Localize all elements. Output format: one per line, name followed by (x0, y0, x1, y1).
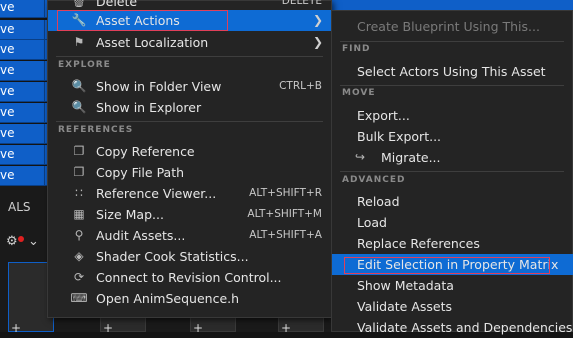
add-icon: + (103, 321, 114, 335)
menu-divider (340, 171, 564, 172)
section-header-explore: EXPLORE (58, 60, 111, 70)
menu-item-reference-viewer[interactable]: ∷ Reference Viewer... ALT+SHIFT+R (48, 183, 331, 204)
flag-icon: ⚑ (73, 35, 85, 49)
menu-divider (56, 121, 323, 122)
copy-icon: ❐ (73, 144, 85, 158)
menu-divider (340, 41, 564, 42)
menu-item-load[interactable]: Load (332, 212, 573, 233)
menu-item-replace-references[interactable]: Replace References (332, 233, 573, 254)
annotation-highlight-frame (57, 10, 228, 31)
code-icon: ⌨ (70, 291, 88, 305)
chevron-right-icon: ❯ (312, 13, 323, 27)
section-header-find: FIND (342, 44, 371, 54)
menu-item-asset-localization[interactable]: ⚑ Asset Localization ❯ (48, 32, 331, 53)
menu-item-copy-file-path[interactable]: ❐ Copy File Path (48, 162, 331, 183)
menu-item-bulk-export[interactable]: Bulk Export... (332, 126, 573, 147)
menu-item-create-blueprint[interactable]: Create Blueprint Using This... (332, 16, 573, 37)
grid-icon: ▦ (73, 207, 85, 221)
chevron-right-icon: ❯ (312, 35, 323, 49)
add-icon: + (11, 321, 22, 335)
menu-item-select-actors[interactable]: Select Actors Using This Asset (332, 61, 573, 82)
audit-icon: ⚲ (74, 228, 84, 242)
menu-item-migrate[interactable]: ↪ Migrate... (332, 147, 573, 168)
menu-item-open-animsequence-h[interactable]: ⌨ Open AnimSequence.h (48, 288, 331, 309)
add-icon: + (281, 321, 292, 335)
menu-item-validate-assets[interactable]: Validate Assets (332, 296, 573, 317)
folder-search-icon: 🔍 (71, 79, 87, 93)
add-icon: + (193, 321, 204, 335)
menu-item-validate-dependencies[interactable]: Validate Assets and Dependencies (332, 317, 573, 338)
annotation-highlight-frame (344, 257, 550, 274)
menu-item-connect-revision-control[interactable]: ⟳ Connect to Revision Control... (48, 267, 331, 288)
menu-item-shader-cook-statistics[interactable]: ◈ Shader Cook Statistics... (48, 246, 331, 267)
section-header-advanced: ADVANCED (342, 175, 406, 185)
copy-icon: ❐ (73, 165, 85, 179)
menu-item-reload[interactable]: Reload (332, 191, 573, 212)
revision-icon: ⟳ (73, 270, 85, 284)
section-header-references: REFERENCES (58, 125, 134, 135)
menu-item-size-map[interactable]: ▦ Size Map... ALT+SHIFT+M (48, 204, 331, 225)
filter-button[interactable]: ⚙ ⌄ (6, 234, 42, 256)
chevron-down-icon: ⌄ (28, 234, 39, 249)
menu-item-show-metadata[interactable]: Show Metadata (332, 275, 573, 296)
menu-item-export[interactable]: Export... (332, 105, 573, 126)
asset-context-menu: 🗑 Delete DELETE 🔧 Asset Actions ❯ ⚑ Asse… (47, 0, 332, 318)
node-graph-icon: ∷ (75, 186, 83, 200)
section-header-move: MOVE (342, 88, 376, 98)
menu-item-copy-reference[interactable]: ❐ Copy Reference (48, 141, 331, 162)
filter-icon: ⚙ (6, 234, 18, 249)
menu-divider (340, 85, 564, 86)
shader-icon: ◈ (74, 249, 84, 263)
filter-active-indicator (18, 236, 24, 242)
migrate-icon: ↪ (355, 150, 366, 164)
menu-item-audit-assets[interactable]: ⚲ Audit Assets... ALT+SHIFT+A (48, 225, 331, 246)
menu-divider (56, 56, 323, 57)
folder-search-icon: 🔍 (71, 100, 87, 114)
menu-item-show-in-folder-view[interactable]: 🔍 Show in Folder View CTRL+B (48, 76, 331, 97)
menu-item-show-in-explorer[interactable]: 🔍 Show in Explorer (48, 97, 331, 118)
asset-actions-submenu: Create Blueprint Using This... FIND Sele… (331, 10, 573, 335)
